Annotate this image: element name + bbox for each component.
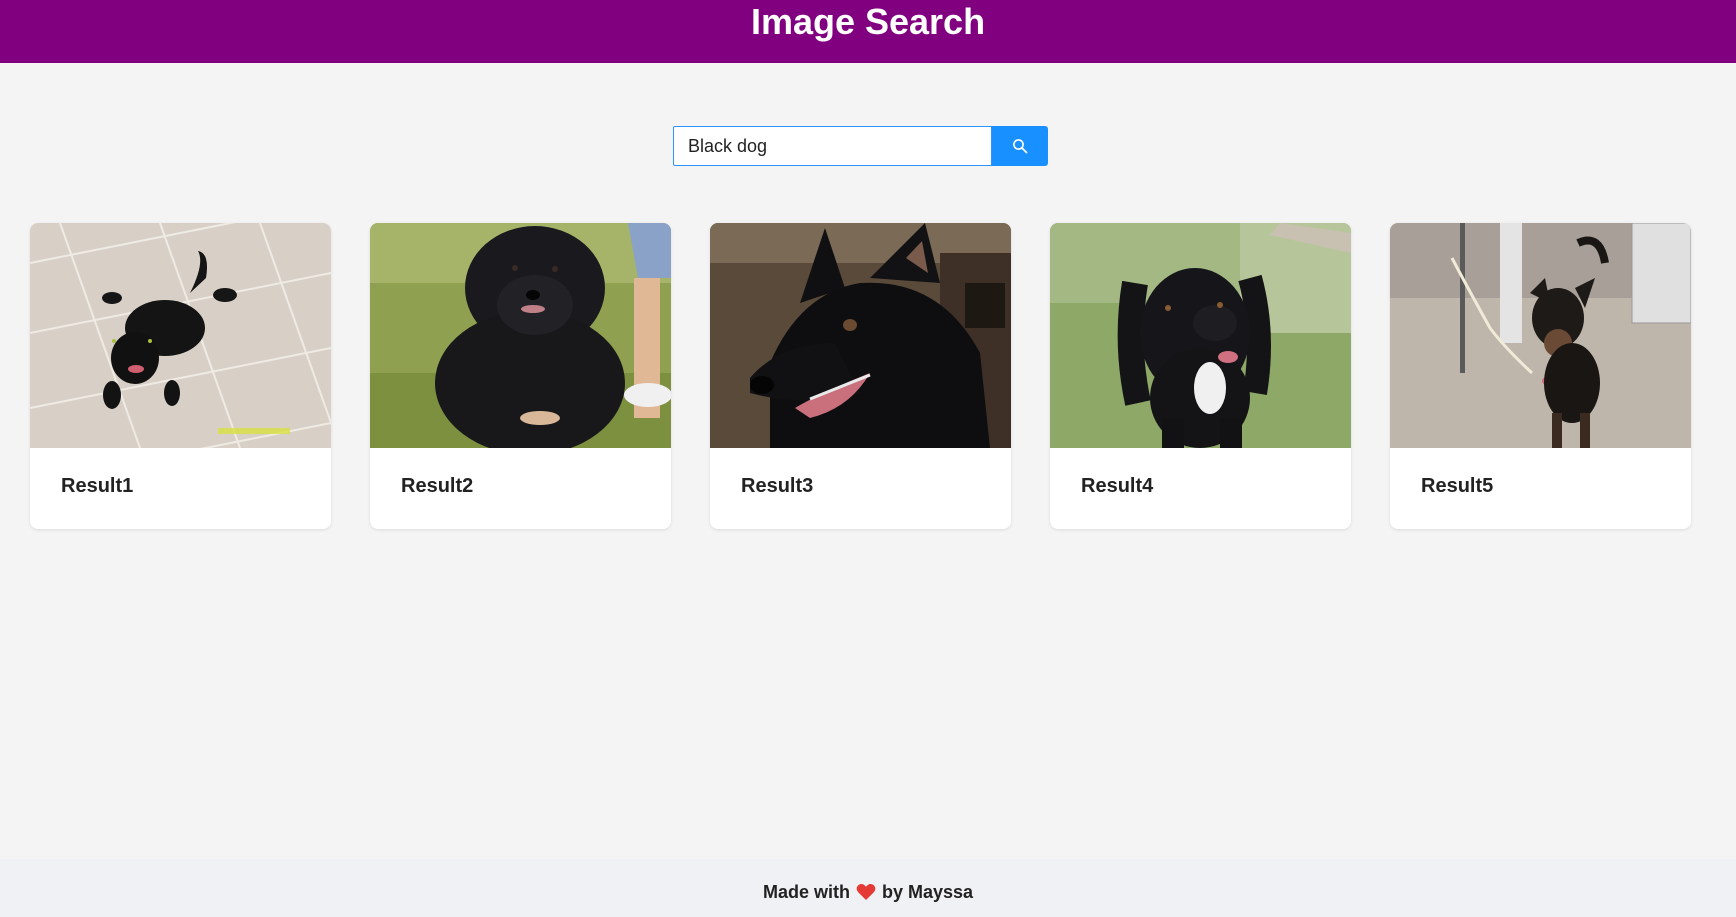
- page-title: Image Search: [750, 1, 986, 42]
- app-header: Image Search: [0, 0, 1736, 63]
- page-footer: Made with by Mayssa: [0, 859, 1736, 917]
- result-card[interactable]: Result4: [1050, 223, 1351, 529]
- heart-icon: [856, 884, 876, 900]
- result-card[interactable]: Result3: [710, 223, 1011, 529]
- result-image[interactable]: [710, 223, 1011, 448]
- results-grid: Result1 Result2 Result3 Result4 Result5: [30, 223, 1694, 529]
- search-input[interactable]: [673, 126, 992, 166]
- result-image[interactable]: [370, 223, 671, 448]
- footer-text-after: by Mayssa: [881, 881, 974, 902]
- search-form: [673, 126, 1048, 166]
- search-button[interactable]: [992, 126, 1048, 166]
- result-image[interactable]: [1050, 223, 1351, 448]
- result-title: Result5: [1421, 475, 1494, 497]
- footer-credit: Made with by Mayssa: [763, 882, 973, 903]
- result-title: Result2: [401, 475, 474, 497]
- result-image[interactable]: [1390, 223, 1691, 448]
- result-card[interactable]: Result5: [1390, 223, 1691, 529]
- result-title: Result4: [1081, 475, 1154, 497]
- footer-text-before: Made with: [762, 881, 850, 902]
- result-title: Result3: [741, 475, 814, 497]
- result-image[interactable]: [30, 223, 331, 448]
- search-icon: [1013, 139, 1028, 154]
- result-title: Result1: [61, 475, 134, 497]
- result-card[interactable]: Result2: [370, 223, 671, 529]
- result-card[interactable]: Result1: [30, 223, 331, 529]
